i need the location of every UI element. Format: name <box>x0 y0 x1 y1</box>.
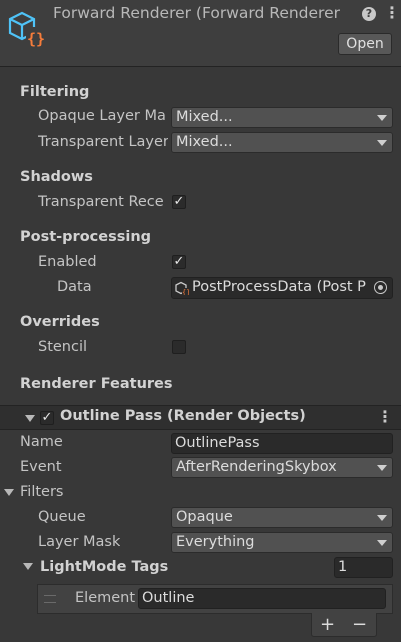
post-processing-enabled-checkbox[interactable]: ✓ <box>172 255 186 269</box>
transparent-receive-shadows-checkbox[interactable]: ✓ <box>172 195 186 209</box>
feature-title: Outline Pass (Render Objects) <box>60 408 306 424</box>
chevron-down-icon <box>377 115 387 121</box>
kebab-menu-icon[interactable]: ⋮ <box>384 3 400 22</box>
scriptable-object-icon: {} <box>175 281 190 297</box>
object-picker-icon[interactable] <box>374 281 387 294</box>
layer-mask-label: Layer Mask <box>38 534 121 550</box>
renderer-features-section-title: Renderer Features <box>20 376 173 392</box>
checkmark-icon: ✓ <box>173 254 185 269</box>
inspector-title: Forward Renderer (Forward Renderer <box>53 4 340 22</box>
feature-enabled-checkbox[interactable]: ✓ <box>40 411 54 425</box>
checkmark-icon: ✓ <box>41 410 53 425</box>
feature-name-label: Name <box>20 434 63 450</box>
checkmark-icon: ✓ <box>173 194 185 209</box>
filtering-section-title: Filtering <box>20 84 90 100</box>
svg-text:{}: {} <box>182 289 189 296</box>
open-button[interactable]: Open <box>338 33 392 55</box>
element-input[interactable]: Outline <box>138 588 386 609</box>
opaque-layer-mask-dropdown[interactable]: Mixed... <box>171 107 393 128</box>
stencil-label: Stencil <box>38 339 88 355</box>
feature-name-input[interactable]: OutlinePass <box>171 433 393 454</box>
renderer-asset-icon: {} <box>6 8 46 48</box>
filters-label[interactable]: Filters <box>20 484 63 500</box>
event-value: AfterRenderingSkybox <box>176 459 337 475</box>
chevron-down-icon <box>377 515 387 521</box>
chevron-down-icon <box>377 140 387 146</box>
filters-foldout-icon[interactable] <box>4 489 14 496</box>
post-process-data-value: PostProcessData (Post P <box>192 279 366 295</box>
feature-menu-icon[interactable]: ⋮ <box>377 407 393 426</box>
help-icon[interactable]: ? <box>362 7 376 21</box>
shadows-section-title: Shadows <box>20 169 93 185</box>
overrides-section-title: Overrides <box>20 314 100 330</box>
event-dropdown[interactable]: AfterRenderingSkybox <box>171 457 393 478</box>
add-element-button[interactable]: + <box>320 614 335 635</box>
transparent-layer-mask-label: Transparent Layer <box>38 134 168 150</box>
post-processing-enabled-label: Enabled <box>38 254 97 270</box>
drag-handle-icon[interactable] <box>44 595 56 603</box>
stencil-checkbox[interactable] <box>172 340 186 354</box>
chevron-down-icon <box>377 540 387 546</box>
transparent-receive-shadows-label: Transparent Rece <box>38 194 164 210</box>
transparent-layer-mask-value: Mixed... <box>176 134 233 150</box>
chevron-down-icon <box>377 465 387 471</box>
opaque-layer-mask-value: Mixed... <box>176 109 233 125</box>
element-label: Element <box>75 590 136 606</box>
queue-value: Opaque <box>176 509 233 525</box>
post-process-data-field[interactable]: PostProcessData (Post P <box>171 277 393 299</box>
transparent-layer-mask-dropdown[interactable]: Mixed... <box>171 132 393 153</box>
queue-dropdown[interactable]: Opaque <box>171 507 393 528</box>
remove-element-button[interactable]: − <box>352 614 367 635</box>
layer-mask-value: Everything <box>176 534 255 550</box>
lightmode-tags-foldout-icon[interactable] <box>23 563 33 570</box>
opaque-layer-mask-label: Opaque Layer Ma <box>38 108 166 124</box>
feature-foldout-icon[interactable] <box>25 415 35 422</box>
lightmode-tags-label[interactable]: LightMode Tags <box>40 559 168 575</box>
post-process-data-label: Data <box>57 279 92 295</box>
queue-label: Queue <box>38 509 86 525</box>
layer-mask-dropdown[interactable]: Everything <box>171 532 393 553</box>
svg-text:{}: {} <box>27 30 45 48</box>
event-label: Event <box>20 459 62 475</box>
post-processing-section-title: Post-processing <box>20 229 152 245</box>
lightmode-tags-size-input[interactable]: 1 <box>334 557 393 578</box>
